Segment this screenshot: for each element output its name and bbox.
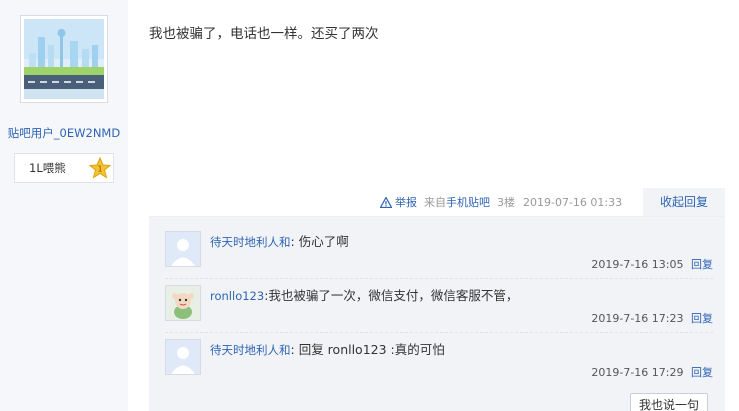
- reply-button[interactable]: 回复: [691, 312, 713, 325]
- source-app-link[interactable]: 手机贴吧: [446, 196, 490, 209]
- fold-replies-button[interactable]: 收起回复: [643, 188, 725, 216]
- list-item: 待天时地利人和: 回复 ronllo123 :真的可怕 2019-7-16 17…: [165, 339, 713, 393]
- cartoon-avatar-icon: [166, 286, 200, 320]
- reply-divider: [165, 278, 713, 279]
- reply-content: 我也被骗了一次，微信支付，微信客服不管，: [268, 288, 519, 303]
- reply-time: 2019-7-16 17:23: [591, 312, 684, 325]
- city-skyline-avatar-icon: [24, 19, 104, 99]
- reply-text: ronllo123:我也被骗了一次，微信支付，微信客服不管，: [210, 288, 519, 303]
- reply-button[interactable]: 回复: [691, 258, 713, 271]
- post-time: 2019-07-16 01:33: [523, 195, 623, 209]
- reply-meta: 2019-7-16 17:29 回复: [591, 364, 713, 380]
- post-floor: 贴吧用户_0EW2NMD 1L喂熊 1 我也被骗了，电话也一样。还买了两次 举报…: [0, 0, 739, 411]
- reply-content: 伤心了啊: [298, 234, 349, 249]
- reply-button[interactable]: 回复: [691, 366, 713, 379]
- level-number: 1: [97, 165, 102, 174]
- reply-content: 回复 ronllo123 :真的可怕: [298, 342, 445, 357]
- reply-username-link[interactable]: ronllo123: [210, 289, 264, 303]
- post-source: 来自手机贴吧: [424, 196, 490, 209]
- author-level-badge[interactable]: 1L喂熊 1: [14, 153, 114, 183]
- warning-icon: [380, 196, 392, 208]
- default-avatar-icon: [166, 340, 200, 374]
- post-tail: 举报 来自手机贴吧 3楼 2019-07-16 01:33: [380, 192, 622, 212]
- floor-number: 3楼: [497, 196, 515, 209]
- reply-text: 待天时地利人和: 回复 ronllo123 :真的可怕: [210, 342, 445, 357]
- post-content: 我也被骗了，电话也一样。还买了两次: [149, 26, 379, 42]
- reply-avatar[interactable]: [165, 231, 201, 267]
- list-item: ronllo123:我也被骗了一次，微信支付，微信客服不管， 2019-7-16…: [165, 285, 713, 339]
- default-avatar-icon: [166, 232, 200, 266]
- report-link[interactable]: 举报: [380, 194, 417, 210]
- reply-meta: 2019-7-16 13:05 回复: [591, 256, 713, 272]
- reply-avatar[interactable]: [165, 285, 201, 321]
- level-name: 1L喂熊: [29, 161, 66, 175]
- list-item: 待天时地利人和: 伤心了啊 2019-7-16 13:05 回复: [165, 231, 713, 285]
- reply-time: 2019-7-16 13:05: [591, 258, 684, 271]
- author-avatar[interactable]: [20, 15, 108, 103]
- author-sidebar: 贴吧用户_0EW2NMD 1L喂熊 1: [0, 0, 128, 411]
- reply-avatar[interactable]: [165, 339, 201, 375]
- reply-meta: 2019-7-16 17:23 回复: [591, 310, 713, 326]
- reply-list: 待天时地利人和: 伤心了啊 2019-7-16 13:05 回复 ronllo1…: [149, 216, 725, 411]
- reply-username-link[interactable]: 待天时地利人和: [210, 235, 291, 249]
- report-label: 举报: [395, 196, 417, 209]
- reply-time: 2019-7-16 17:29: [591, 366, 684, 379]
- reply-text: 待天时地利人和: 伤心了啊: [210, 234, 349, 249]
- say-something-button[interactable]: 我也说一句: [630, 393, 708, 411]
- author-username-link[interactable]: 贴吧用户_0EW2NMD: [0, 125, 128, 141]
- reply-username-link[interactable]: 待天时地利人和: [210, 343, 291, 357]
- reply-divider: [165, 332, 713, 333]
- level-star-icon: 1: [89, 157, 111, 179]
